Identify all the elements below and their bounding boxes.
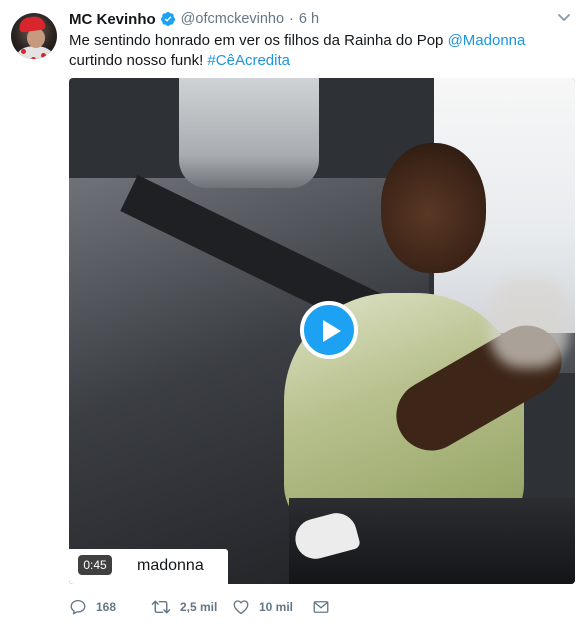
retweet-button[interactable]: 2,5 mil xyxy=(151,596,217,618)
author-name[interactable]: MC Kevinho xyxy=(69,11,156,28)
tweet-text: Me sentindo honrado em ver os filhos da … xyxy=(69,31,569,71)
reply-button[interactable]: 168 xyxy=(69,596,116,618)
reply-icon xyxy=(70,599,86,615)
video-duration: 0:45 xyxy=(78,555,112,575)
hashtag-link[interactable]: #CêAcredita xyxy=(207,52,290,69)
tweet-text-part2: curtindo nosso funk! xyxy=(69,52,208,69)
reply-count: 168 xyxy=(96,600,117,614)
video-channel[interactable]: madonna xyxy=(137,557,204,575)
like-button[interactable]: 10 mil xyxy=(232,596,293,618)
tweet[interactable]: MC Kevinho @ofcmckevinho · 6 h Me sentin… xyxy=(0,0,582,627)
author-handle[interactable]: @ofcmckevinho xyxy=(181,11,284,27)
heart-icon xyxy=(233,600,249,615)
tweet-actions: 168 2,5 mil 10 mil xyxy=(69,596,569,618)
chevron-down-icon[interactable] xyxy=(556,9,572,25)
like-count: 10 mil xyxy=(259,600,294,614)
separator-dot: · xyxy=(289,11,294,27)
tweet-text-part1: Me sentindo honrado em ver os filhos da … xyxy=(69,32,448,49)
tweet-timestamp[interactable]: 6 h xyxy=(299,11,319,27)
mention-link[interactable]: @Madonna xyxy=(448,32,526,49)
video-player[interactable]: 0:45 madonna xyxy=(69,78,575,584)
verified-icon xyxy=(160,12,175,26)
play-button[interactable] xyxy=(300,301,358,359)
video-info-bar: 0:45 madonna xyxy=(69,549,228,584)
retweet-icon xyxy=(151,600,171,614)
play-icon xyxy=(323,320,341,342)
envelope-icon xyxy=(313,601,329,613)
avatar[interactable] xyxy=(11,13,57,59)
tweet-header: MC Kevinho @ofcmckevinho · 6 h xyxy=(69,9,319,29)
direct-message-button[interactable] xyxy=(312,596,330,618)
retweet-count: 2,5 mil xyxy=(180,600,218,614)
